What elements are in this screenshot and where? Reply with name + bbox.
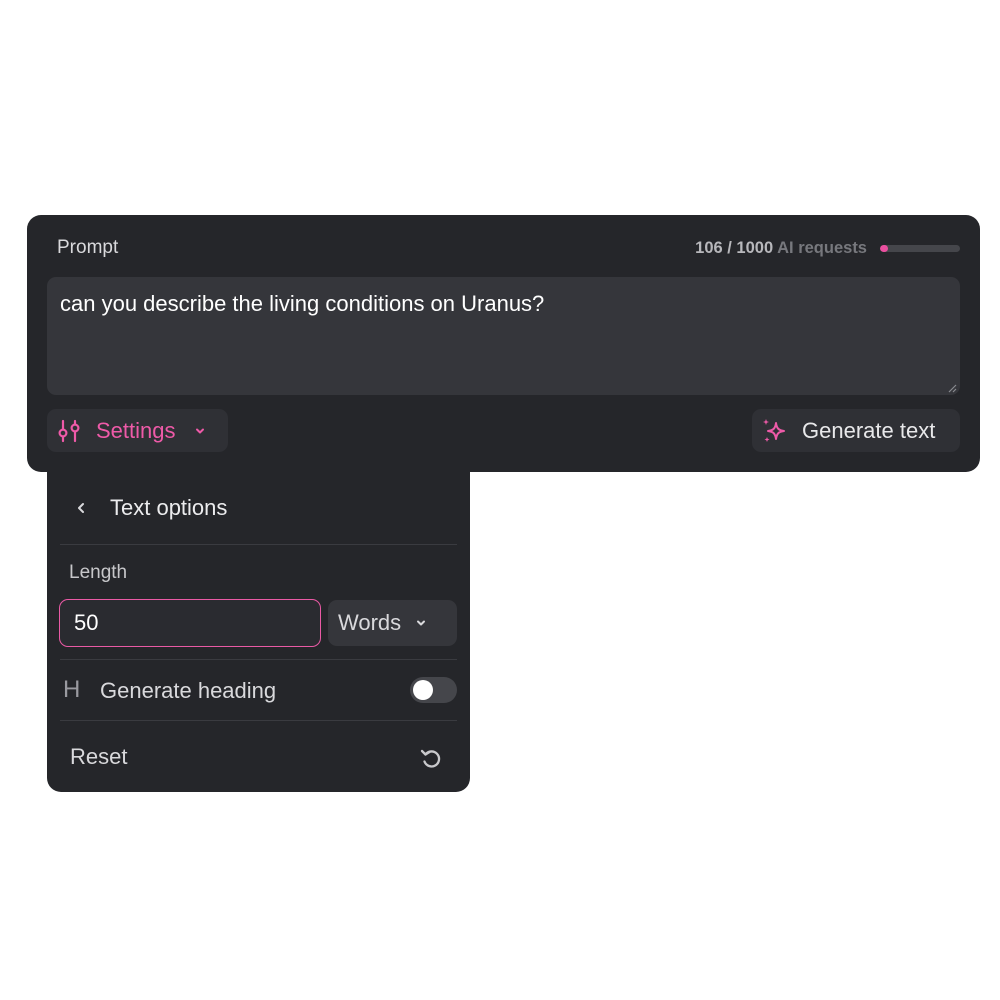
toggle-knob — [413, 680, 433, 700]
usage-progress-fill — [880, 245, 889, 252]
usage-progress-bar — [880, 245, 960, 252]
chevron-left-icon[interactable] — [75, 501, 87, 515]
reset-icon — [420, 749, 441, 768]
reset-button[interactable]: Reset — [47, 734, 470, 780]
chevron-down-icon — [417, 620, 426, 626]
length-unit-value: Words — [338, 610, 402, 635]
generate-heading-label: Generate heading — [100, 678, 277, 703]
usage-count: 106 / 1000 — [695, 239, 774, 257]
sliders-icon — [58, 419, 80, 442]
heading-icon: H — [63, 676, 81, 703]
usage-unit-label: AI requests — [777, 239, 867, 257]
sparkle-icon — [763, 418, 785, 442]
generate-heading-toggle[interactable] — [410, 677, 457, 703]
prompt-panel: Prompt 106 / 1000 AI requests can you de… — [27, 215, 980, 472]
usage-counter: 106 / 1000 AI requests — [695, 239, 867, 258]
settings-button[interactable]: Settings — [47, 409, 228, 452]
generate-text-label: Generate text — [802, 417, 936, 443]
text-options-header: Text options — [47, 472, 470, 544]
prompt-label: Prompt — [57, 237, 119, 258]
prompt-textarea[interactable]: can you describe the living conditions o… — [47, 277, 960, 395]
settings-label: Settings — [96, 417, 176, 443]
divider — [60, 544, 457, 545]
reset-label: Reset — [70, 744, 128, 769]
text-options-menu: Text options Length Words H Generate hea… — [47, 472, 470, 792]
chevron-down-icon — [195, 428, 204, 433]
generate-heading-row: H Generate heading — [47, 668, 470, 720]
prompt-text: can you describe the living conditions o… — [60, 291, 545, 316]
text-options-title: Text options — [110, 495, 228, 520]
divider — [60, 659, 457, 660]
resize-grip-icon[interactable] — [947, 383, 957, 393]
generate-text-button[interactable]: Generate text — [752, 409, 960, 452]
length-label: Length — [69, 562, 128, 583]
length-unit-select[interactable]: Words — [328, 600, 457, 646]
divider — [60, 720, 457, 721]
length-input[interactable] — [59, 599, 321, 647]
